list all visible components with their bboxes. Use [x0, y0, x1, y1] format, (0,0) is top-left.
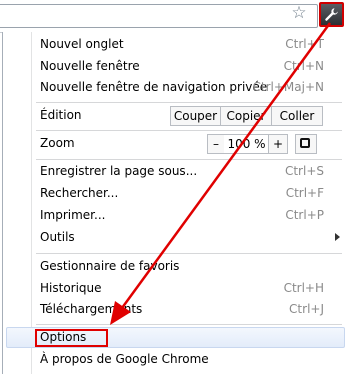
menu-item-edit: Édition Couper Copier Coller: [3, 105, 348, 127]
menu-item-downloads[interactable]: Téléchargements Ctrl+J: [3, 299, 348, 321]
menu-item-new-window[interactable]: Nouvelle fenêtre Ctrl+N: [3, 56, 348, 78]
menu-item-bookmarks[interactable]: Gestionnaire de favoris: [3, 256, 348, 278]
menu-item-label: Gestionnaire de favoris: [40, 259, 180, 273]
copy-button[interactable]: Copier: [220, 106, 272, 126]
menu-item-about[interactable]: À propos de Google Chrome: [3, 349, 348, 371]
menu-item-shortcut: Ctrl+T: [285, 37, 324, 51]
separator: [36, 324, 342, 325]
menu-item-shortcut: Ctrl+F: [285, 186, 324, 200]
menu-item-find[interactable]: Rechercher... Ctrl+F: [3, 183, 348, 205]
wrench-icon: [325, 8, 338, 21]
menu-item-history[interactable]: Historique Ctrl+H: [3, 278, 348, 300]
menu-item-label: À propos de Google Chrome: [40, 352, 209, 366]
menu-item-shortcut: Ctrl+Maj+N: [252, 80, 324, 94]
menu-item-label: Nouvelle fenêtre de navigation privée: [40, 80, 268, 94]
paste-button[interactable]: Coller: [271, 106, 323, 126]
chrome-menu: Nouvel onglet Ctrl+T Nouvelle fenêtre Ct…: [2, 32, 348, 374]
submenu-arrow-icon: [335, 233, 340, 241]
wrench-menu-button[interactable]: [319, 2, 344, 27]
separator: [36, 130, 342, 131]
menu-item-label: Nouvelle fenêtre: [40, 59, 140, 73]
menu-item-label: Historique: [40, 281, 102, 295]
options-annotation-box: [35, 329, 108, 347]
menu-item-label: Zoom: [40, 136, 75, 150]
menu-item-label: Édition: [40, 108, 82, 122]
menu-item-label: Enregistrer la page sous...: [40, 164, 198, 178]
menu-item-incognito[interactable]: Nouvelle fenêtre de navigation privée Ct…: [3, 77, 348, 99]
address-bar[interactable]: [0, 4, 318, 28]
separator: [36, 253, 342, 254]
menu-item-shortcut: Ctrl+N: [283, 59, 324, 73]
menu-item-shortcut: Ctrl+H: [283, 281, 324, 295]
menu-item-label: Rechercher...: [40, 186, 119, 200]
menu-item-shortcut: Ctrl+P: [285, 208, 324, 222]
separator: [36, 159, 342, 160]
menu-item-label: Nouvel onglet: [40, 37, 124, 51]
zoom-level: 100 %: [224, 134, 269, 154]
star-icon[interactable]: ☆: [290, 4, 308, 22]
menu-item-zoom: Zoom – 100 % +: [3, 133, 348, 155]
menu-item-print[interactable]: Imprimer... Ctrl+P: [3, 205, 348, 227]
menu-item-label: Téléchargements: [40, 302, 143, 316]
menu-item-shortcut: Ctrl+J: [289, 302, 324, 316]
menu-item-new-tab[interactable]: Nouvel onglet Ctrl+T: [3, 34, 348, 56]
menu-item-label: Imprimer...: [40, 208, 106, 222]
menu-item-label: Outils: [40, 230, 75, 244]
zoom-out-button[interactable]: –: [207, 134, 225, 154]
zoom-in-button[interactable]: +: [268, 134, 288, 154]
browser-toolbar: ☆: [0, 0, 348, 33]
separator: [36, 102, 342, 103]
menu-item-tools[interactable]: Outils: [3, 227, 348, 249]
fullscreen-button[interactable]: [295, 134, 317, 154]
menu-item-save-page[interactable]: Enregistrer la page sous... Ctrl+S: [3, 161, 348, 183]
fullscreen-icon: [300, 138, 310, 148]
cut-button[interactable]: Couper: [170, 106, 221, 126]
menu-item-shortcut: Ctrl+S: [284, 164, 324, 178]
